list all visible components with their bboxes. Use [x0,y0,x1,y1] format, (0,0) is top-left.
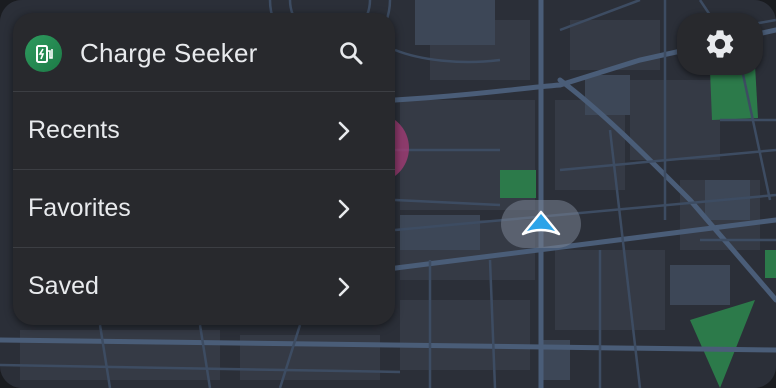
settings-button[interactable] [677,13,763,75]
gear-icon [706,30,734,58]
search-button[interactable] [331,33,371,73]
menu-panel: Charge Seeker Recents Favorites Saved [13,13,395,325]
chevron-right-icon [331,268,357,306]
chevron-right-icon [331,190,357,228]
current-location-marker [501,200,581,248]
menu-item-label: Favorites [28,194,131,222]
car-screen: Charge Seeker Recents Favorites Saved [0,0,776,388]
navigation-arrow-icon [521,210,561,236]
ev-charger-icon [25,35,62,72]
menu-item-favorites[interactable]: Favorites [13,169,395,248]
panel-header: Charge Seeker [13,13,395,91]
menu-item-label: Saved [28,272,99,300]
search-icon [340,42,363,65]
app-title: Charge Seeker [80,38,258,68]
menu-item-label: Recents [28,116,120,144]
menu-item-recents[interactable]: Recents [13,91,395,170]
chevron-right-icon [331,112,357,150]
menu-item-saved[interactable]: Saved [13,247,395,325]
